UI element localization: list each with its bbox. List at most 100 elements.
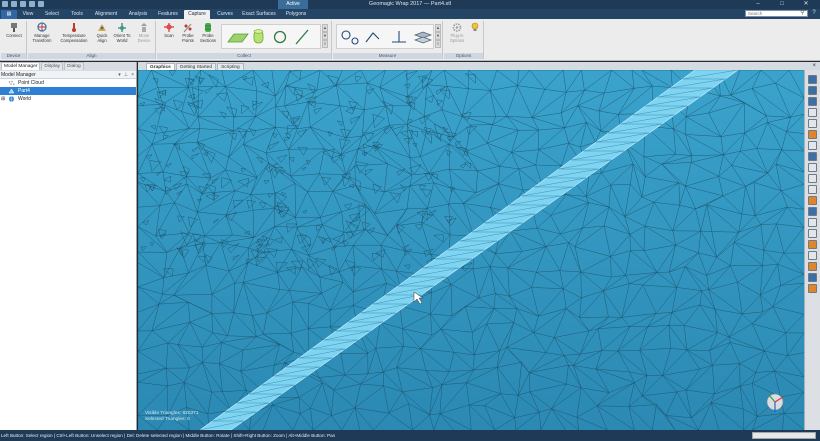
orient-to-world-button[interactable]: Orient To World bbox=[112, 22, 132, 43]
tab-polygons[interactable]: Polygons bbox=[282, 10, 310, 19]
hide-icon[interactable] bbox=[808, 251, 817, 260]
group-collect: Scan Probe Points Probe Sections ▲ ▼ ≡ C… bbox=[157, 21, 332, 59]
viewport-stats: Visible Triangles: 820371 Selected Trian… bbox=[145, 411, 199, 423]
close-button[interactable]: ✕ bbox=[794, 0, 818, 9]
shading-icon[interactable] bbox=[808, 229, 817, 238]
pan-icon[interactable] bbox=[808, 141, 817, 150]
light-icon[interactable] bbox=[808, 196, 817, 205]
device-icon bbox=[11, 23, 17, 32]
panel-header: Model Manager ▾ ⊥ × bbox=[0, 71, 136, 79]
move-device-icon bbox=[141, 23, 147, 32]
search-icon[interactable]: ⚲ bbox=[798, 10, 807, 17]
view-toolbar bbox=[804, 70, 820, 430]
zoom-window-icon[interactable] bbox=[808, 119, 817, 128]
help-icon[interactable]: ? bbox=[810, 10, 818, 17]
move-device-button[interactable]: Move Device bbox=[134, 22, 154, 43]
graphics-viewport[interactable]: Visible Triangles: 820371 Selected Trian… bbox=[138, 70, 804, 430]
lightbulb-icon bbox=[471, 22, 479, 31]
view-top-icon[interactable] bbox=[808, 86, 817, 95]
group-align: Manage Transform Temperature Compensatio… bbox=[28, 21, 156, 59]
probe-sections-label: Probe Sections bbox=[199, 33, 217, 43]
tree-item-part4[interactable]: Part4 bbox=[0, 87, 136, 95]
measure-gallery bbox=[336, 24, 434, 49]
wireframe-icon[interactable] bbox=[808, 218, 817, 227]
tab-capture[interactable]: Capture bbox=[184, 10, 210, 19]
orient-icon bbox=[118, 23, 126, 32]
settings-icon[interactable] bbox=[808, 284, 817, 293]
color-icon[interactable] bbox=[808, 240, 817, 249]
app-window: Active Geomagic Wrap 2017 — Part4.stl – … bbox=[0, 0, 820, 441]
group-caption-align: Align bbox=[28, 53, 155, 59]
tab-scripting[interactable]: Scripting bbox=[217, 63, 244, 70]
tree-item-label: Point Cloud bbox=[18, 80, 44, 86]
selected-triangles-label: Selected Triangles: 0 bbox=[145, 417, 190, 422]
plugin-options-label: Plug-in Options bbox=[449, 33, 465, 43]
view-front-icon[interactable] bbox=[808, 75, 817, 84]
view-right-icon[interactable] bbox=[808, 207, 817, 216]
tree-item-point-cloud[interactable]: Point Cloud bbox=[0, 79, 136, 87]
texture-icon[interactable] bbox=[808, 262, 817, 271]
thermometer-icon bbox=[72, 23, 76, 32]
tab-dialog[interactable]: Dialog bbox=[64, 62, 84, 70]
quick-align-icon bbox=[98, 24, 106, 31]
panel-tab-bar: Model Manager Display Dialog bbox=[0, 62, 136, 71]
tab-analysis[interactable]: Analysis bbox=[125, 10, 151, 19]
mesh-surface[interactable] bbox=[138, 70, 804, 430]
close-tab-icon[interactable]: × bbox=[812, 62, 816, 70]
tab-features[interactable]: Features bbox=[155, 10, 181, 19]
maximize-button[interactable]: □ bbox=[770, 0, 794, 9]
tab-display[interactable]: Display bbox=[41, 62, 64, 70]
tab-select[interactable]: Select bbox=[41, 10, 63, 19]
tab-model-manager[interactable]: Model Manager bbox=[1, 62, 41, 70]
file-menu-button[interactable]: ▤ bbox=[1, 10, 17, 19]
model-manager-panel: Model Manager Display Dialog Model Manag… bbox=[0, 62, 137, 430]
probe-sections-button[interactable]: Probe Sections bbox=[198, 22, 218, 43]
plugin-options-button[interactable]: Plug-in Options bbox=[446, 22, 468, 43]
collect-gallery-scroll[interactable]: ▲ ▼ ≡ bbox=[322, 24, 328, 49]
manage-transform-button[interactable]: Manage Transform bbox=[30, 22, 54, 43]
minimize-button[interactable]: – bbox=[746, 0, 770, 9]
rotate-icon[interactable] bbox=[808, 152, 817, 161]
point-cloud-icon bbox=[8, 80, 15, 85]
section-icon[interactable] bbox=[808, 163, 817, 172]
scan-icon bbox=[164, 23, 174, 32]
close-panel-icon[interactable]: × bbox=[131, 71, 134, 79]
tab-alignment[interactable]: Alignment bbox=[91, 10, 121, 19]
tab-exact-surfaces[interactable]: Exact Surfaces bbox=[240, 10, 278, 19]
group-caption-collect: Collect bbox=[157, 53, 331, 59]
tree-item-world[interactable]: ⊞ World bbox=[0, 95, 136, 103]
quick-align-label: Quick Align bbox=[96, 33, 108, 43]
temperature-compensation-button[interactable]: Temperature Compensation bbox=[58, 22, 90, 43]
view-back-icon[interactable] bbox=[808, 273, 817, 282]
probe-points-button[interactable]: Probe Points bbox=[179, 22, 197, 43]
progress-indicator bbox=[752, 432, 816, 439]
normals-icon[interactable] bbox=[808, 174, 817, 183]
device-settings-button[interactable] bbox=[469, 22, 481, 34]
measure-tools-icon bbox=[341, 30, 432, 45]
dropdown-icon[interactable]: ▾ bbox=[118, 71, 121, 79]
expand-icon[interactable]: ⊞ bbox=[1, 95, 7, 103]
tab-getting-started[interactable]: Getting Started bbox=[175, 63, 217, 70]
transform-icon bbox=[37, 22, 47, 32]
manage-transform-label: Manage Transform bbox=[32, 33, 52, 43]
view-iso-icon[interactable] bbox=[808, 97, 817, 106]
measure-gallery-scroll[interactable]: ▲ ▼ ≡ bbox=[435, 24, 441, 49]
temperature-compensation-label: Temperature Compensation bbox=[60, 33, 88, 43]
connect-button[interactable]: Connect bbox=[3, 22, 25, 39]
tab-tools[interactable]: Tools bbox=[67, 10, 87, 19]
viewport-tab-bar: Graphics Getting Started Scripting × bbox=[138, 62, 820, 70]
tab-view[interactable]: View bbox=[19, 10, 37, 19]
group-measure: ▲ ▼ ≡ Measure bbox=[333, 21, 443, 59]
measure-icon[interactable] bbox=[808, 185, 817, 194]
status-bar: Left Button: Select region | Ctrl+Left B… bbox=[0, 430, 820, 441]
pin-icon[interactable]: ⊥ bbox=[124, 71, 128, 79]
group-options: Plug-in Options Options bbox=[444, 21, 484, 59]
scan-label: Scan bbox=[164, 33, 174, 38]
tab-curves[interactable]: Curves bbox=[213, 10, 237, 19]
render-icon[interactable] bbox=[808, 130, 817, 139]
quick-align-button[interactable]: Quick Align bbox=[94, 22, 110, 43]
scan-button[interactable]: Scan bbox=[160, 22, 178, 39]
tab-graphics[interactable]: Graphics bbox=[146, 63, 175, 70]
title-bar: Active Geomagic Wrap 2017 — Part4.stl – … bbox=[0, 0, 820, 9]
zoom-fit-icon[interactable] bbox=[808, 108, 817, 117]
